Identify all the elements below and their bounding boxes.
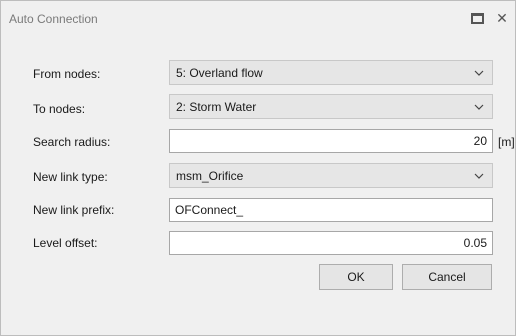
title-bar[interactable]: Auto Connection ✕ xyxy=(1,1,515,37)
search-radius-label: Search radius: xyxy=(33,135,111,149)
cancel-button[interactable]: Cancel xyxy=(402,264,492,290)
new-link-prefix-value: OFConnect_ xyxy=(175,203,244,217)
new-link-prefix-input[interactable]: OFConnect_ xyxy=(169,198,493,222)
close-icon: ✕ xyxy=(496,10,508,26)
chevron-down-icon xyxy=(466,95,492,118)
ok-button[interactable]: OK xyxy=(319,264,393,290)
search-radius-unit: [m] xyxy=(498,135,515,149)
chevron-down-icon xyxy=(466,164,492,187)
window-title: Auto Connection xyxy=(9,12,98,26)
chevron-down-icon xyxy=(466,61,492,84)
from-nodes-label: From nodes: xyxy=(33,67,101,81)
maximize-button[interactable] xyxy=(469,11,485,25)
to-nodes-select[interactable]: 2: Storm Water xyxy=(169,94,493,119)
maximize-icon xyxy=(470,12,484,24)
new-link-type-value: msm_Orifice xyxy=(176,168,244,183)
search-radius-value: 20 xyxy=(473,134,487,148)
level-offset-input[interactable]: 0.05 xyxy=(169,231,493,255)
to-nodes-label: To nodes: xyxy=(33,102,86,116)
level-offset-value: 0.05 xyxy=(463,236,487,250)
new-link-type-select[interactable]: msm_Orifice xyxy=(169,163,493,188)
search-radius-input[interactable]: 20 xyxy=(169,129,493,153)
to-nodes-value: 2: Storm Water xyxy=(176,99,257,114)
from-nodes-value: 5: Overland flow xyxy=(176,65,263,80)
new-link-type-label: New link type: xyxy=(33,170,108,184)
level-offset-label: Level offset: xyxy=(33,236,98,250)
close-button[interactable]: ✕ xyxy=(494,11,510,25)
auto-connection-dialog: Auto Connection ✕ From nodes: 5: Overlan… xyxy=(0,0,516,336)
from-nodes-select[interactable]: 5: Overland flow xyxy=(169,60,493,85)
new-link-prefix-label: New link prefix: xyxy=(33,203,115,217)
